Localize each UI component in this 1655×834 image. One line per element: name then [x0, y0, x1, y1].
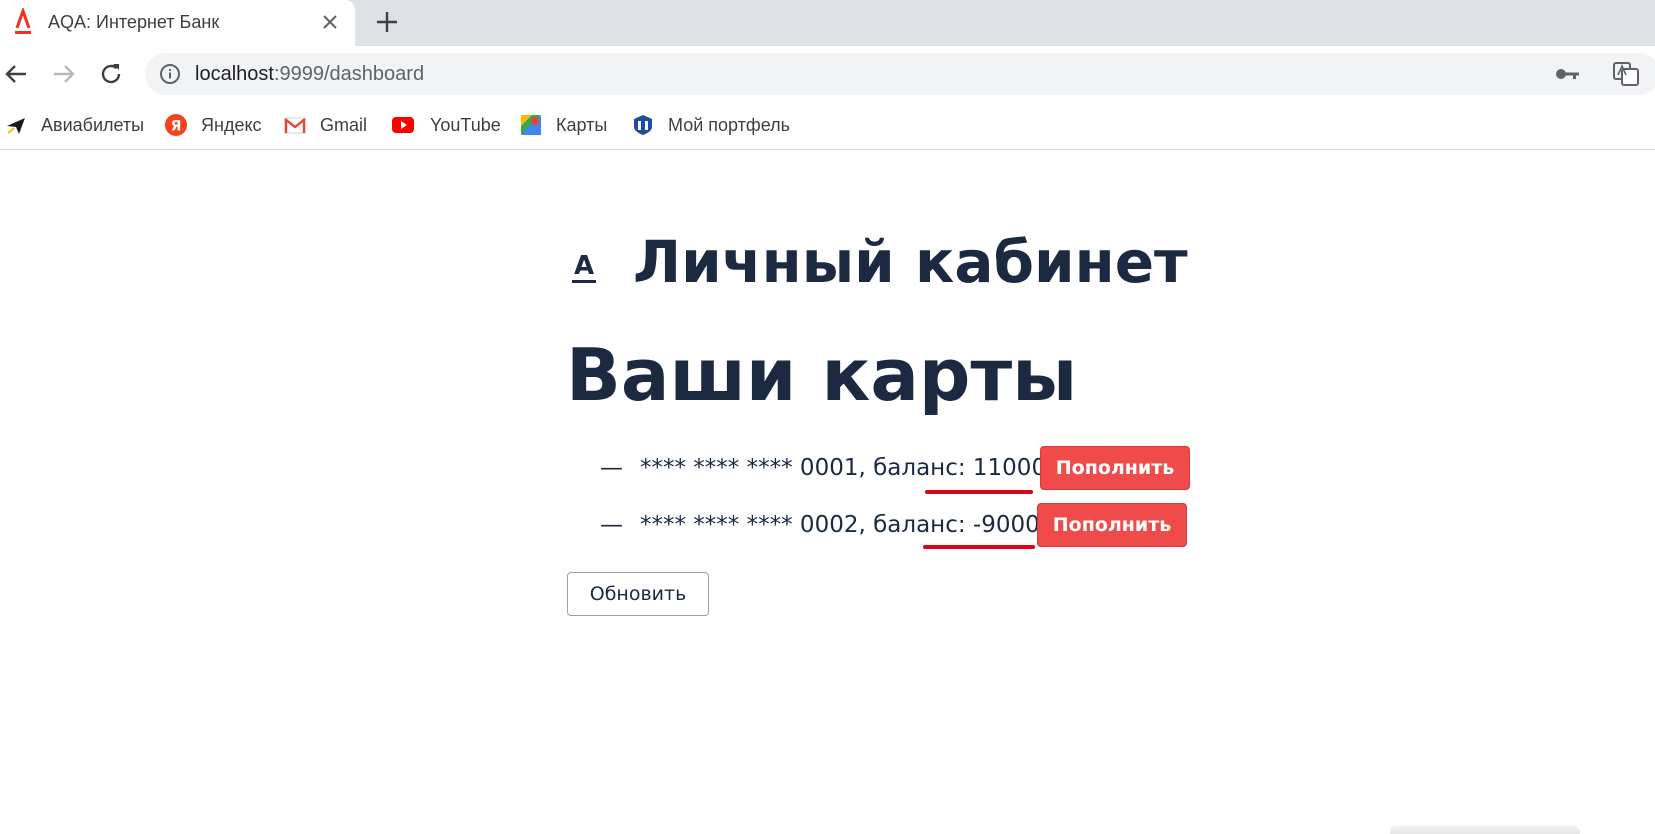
key-icon[interactable]: [1555, 65, 1581, 83]
bookmark-gmail[interactable]: Gmail: [284, 110, 367, 140]
translate-icon[interactable]: [1613, 62, 1639, 86]
portfolio-icon: [634, 115, 652, 135]
reload-icon[interactable]: [97, 60, 125, 88]
balance-underline-annotation: [925, 490, 1033, 494]
bookmark-maps[interactable]: Карты: [520, 110, 607, 140]
bookmark-label: YouTube: [430, 114, 501, 135]
logo-letter: А: [574, 251, 594, 281]
bookmarks-bar: Авиабилеты Я Яндекс Gmail YouTube Карты: [0, 102, 1655, 150]
bookmark-yandex[interactable]: Я Яндекс: [165, 110, 262, 140]
youtube-icon: [392, 117, 414, 133]
balance-underline-annotation: [923, 545, 1035, 549]
forward-icon[interactable]: [50, 60, 78, 88]
list-dash: —: [600, 455, 623, 481]
new-tab-icon[interactable]: [374, 9, 400, 35]
alfa-logo-icon: [15, 8, 31, 34]
bookmark-label: Gmail: [320, 114, 368, 135]
list-dash: —: [600, 512, 623, 538]
alfa-logo-icon: А: [572, 251, 596, 283]
topup-button-card-0001[interactable]: Пополнить: [1040, 446, 1190, 490]
yandex-icon: Я: [165, 114, 187, 136]
bookmark-label: Авиабилеты: [41, 114, 145, 135]
bookmark-portfolio[interactable]: Мой портфель: [632, 110, 790, 140]
bookmark-youtube[interactable]: YouTube: [390, 110, 501, 140]
plane-icon: [7, 118, 25, 134]
address-bar[interactable]: localhost:9999/dashboard: [145, 53, 1655, 95]
tab-title: AQA: Интернет Банк: [48, 12, 220, 32]
gmail-icon: [284, 117, 306, 134]
browser-tab[interactable]: AQA: Интернет Банк: [0, 0, 355, 46]
bookmark-label: Карты: [556, 114, 608, 135]
bookmark-label: Яндекс: [201, 114, 262, 135]
section-title: Ваши карты: [566, 333, 1078, 417]
bookmark-aviabilety[interactable]: Авиабилеты: [5, 110, 144, 140]
url-path: :9999/dashboard: [273, 63, 425, 85]
back-icon[interactable]: [2, 60, 30, 88]
card-info: **** **** **** 0001, баланс: 110000 р.: [640, 455, 1090, 481]
card-info: **** **** **** 0002, баланс: -90000 р.: [640, 512, 1084, 538]
tab-strip: AQA: Интернет Банк: [0, 0, 1655, 46]
card-item: — **** **** **** 0002, баланс: -90000 р.: [600, 502, 1084, 548]
popup-edge: [1390, 826, 1580, 834]
card-item: — **** **** **** 0001, баланс: 110000 р.: [600, 445, 1090, 491]
refresh-button[interactable]: Обновить: [567, 572, 709, 616]
bank-logo: А: [569, 250, 599, 286]
info-icon[interactable]: [159, 63, 181, 85]
browser-toolbar: localhost:9999/dashboard: [0, 46, 1655, 102]
bookmark-label: Мой портфель: [668, 114, 790, 135]
topup-button-card-0002[interactable]: Пополнить: [1037, 503, 1187, 547]
url-text[interactable]: localhost:9999/dashboard: [195, 63, 424, 86]
svg-text:Я: Я: [171, 119, 182, 135]
url-host: localhost: [195, 63, 274, 85]
close-icon[interactable]: [318, 10, 342, 34]
page-title: Личный кабинет: [633, 228, 1188, 296]
maps-icon: [521, 115, 541, 135]
